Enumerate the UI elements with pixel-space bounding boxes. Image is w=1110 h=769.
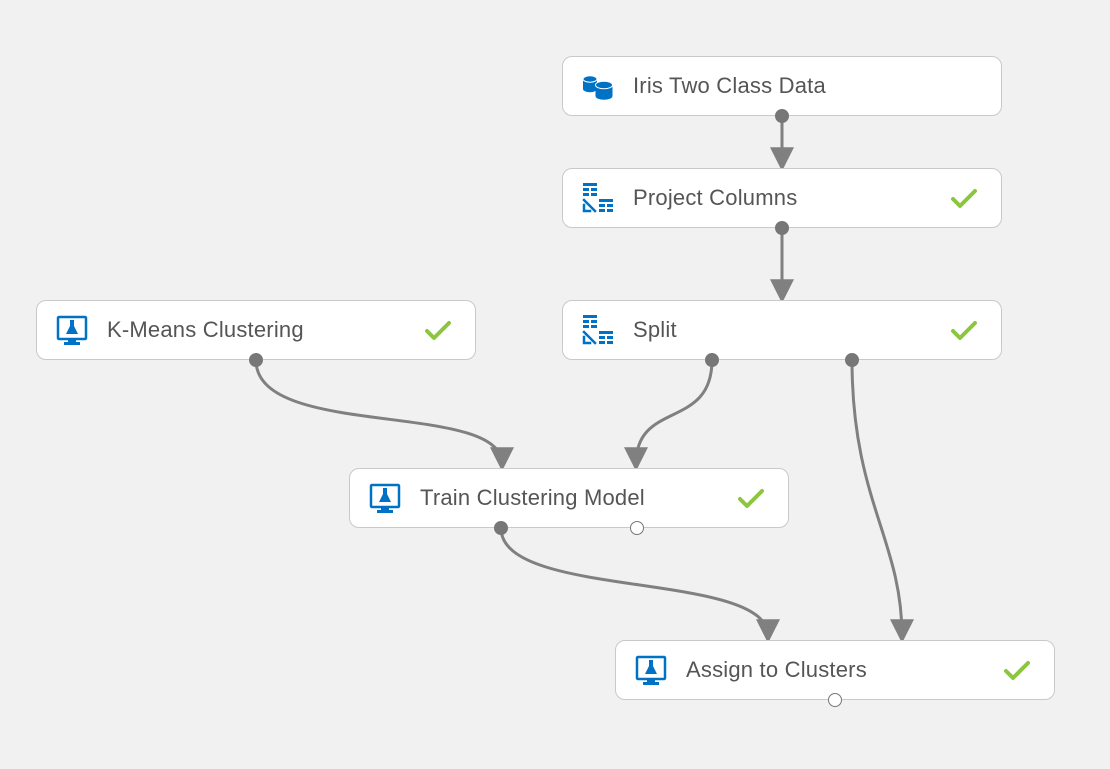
node-label: Train Clustering Model — [420, 485, 732, 511]
columns-icon — [581, 313, 615, 347]
status-checkmark-icon — [419, 313, 453, 347]
node-assign-to-clusters[interactable]: Assign to Clusters — [615, 640, 1055, 700]
node-split[interactable]: Split — [562, 300, 1002, 360]
dataset-icon — [581, 69, 615, 103]
experiment-icon — [55, 313, 89, 347]
node-label: K-Means Clustering — [107, 317, 419, 343]
node-iris-two-class-data[interactable]: Iris Two Class Data — [562, 56, 1002, 116]
status-checkmark-icon — [998, 653, 1032, 687]
node-label: Iris Two Class Data — [633, 73, 979, 99]
node-k-means-clustering[interactable]: K-Means Clustering — [36, 300, 476, 360]
experiment-icon — [634, 653, 668, 687]
status-checkmark-icon — [945, 313, 979, 347]
experiment-canvas[interactable]: Iris Two Class Data — [0, 0, 1110, 769]
columns-icon — [581, 181, 615, 215]
node-train-clustering-model[interactable]: Train Clustering Model — [349, 468, 789, 528]
node-label: Split — [633, 317, 945, 343]
experiment-icon — [368, 481, 402, 515]
node-label: Project Columns — [633, 185, 945, 211]
node-project-columns[interactable]: Project Columns — [562, 168, 1002, 228]
status-checkmark-icon — [945, 181, 979, 215]
status-checkmark-icon — [732, 481, 766, 515]
node-label: Assign to Clusters — [686, 657, 998, 683]
